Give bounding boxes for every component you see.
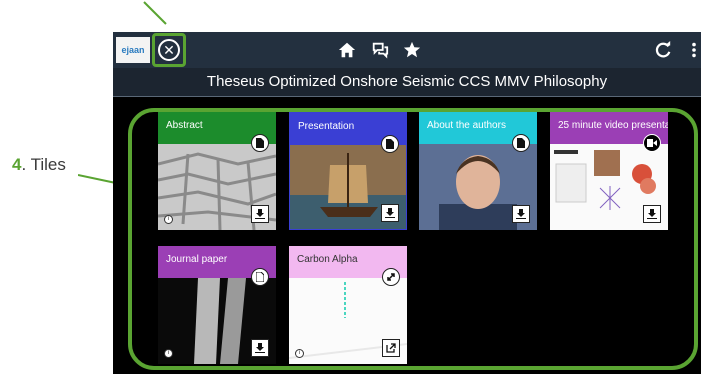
tiles-callout-label: 4. Tiles [12, 155, 66, 175]
star-icon[interactable] [403, 41, 421, 59]
page-title: Theseus Optimized Onshore Seismic CCS MM… [113, 68, 701, 97]
refresh-icon[interactable] [654, 41, 672, 59]
callout-arrow [143, 1, 167, 25]
tiles-highlight-ring [128, 108, 698, 370]
close-icon: ✕ [158, 39, 180, 61]
close-button[interactable]: ✕ [152, 33, 186, 67]
more-vert-icon[interactable] [689, 41, 699, 59]
discussion-icon[interactable] [371, 41, 389, 59]
callout-text: . Tiles [21, 155, 66, 174]
top-bar: ejaan ✕ [113, 32, 701, 68]
home-icon[interactable] [338, 41, 356, 59]
app-logo[interactable]: ejaan [116, 37, 150, 63]
